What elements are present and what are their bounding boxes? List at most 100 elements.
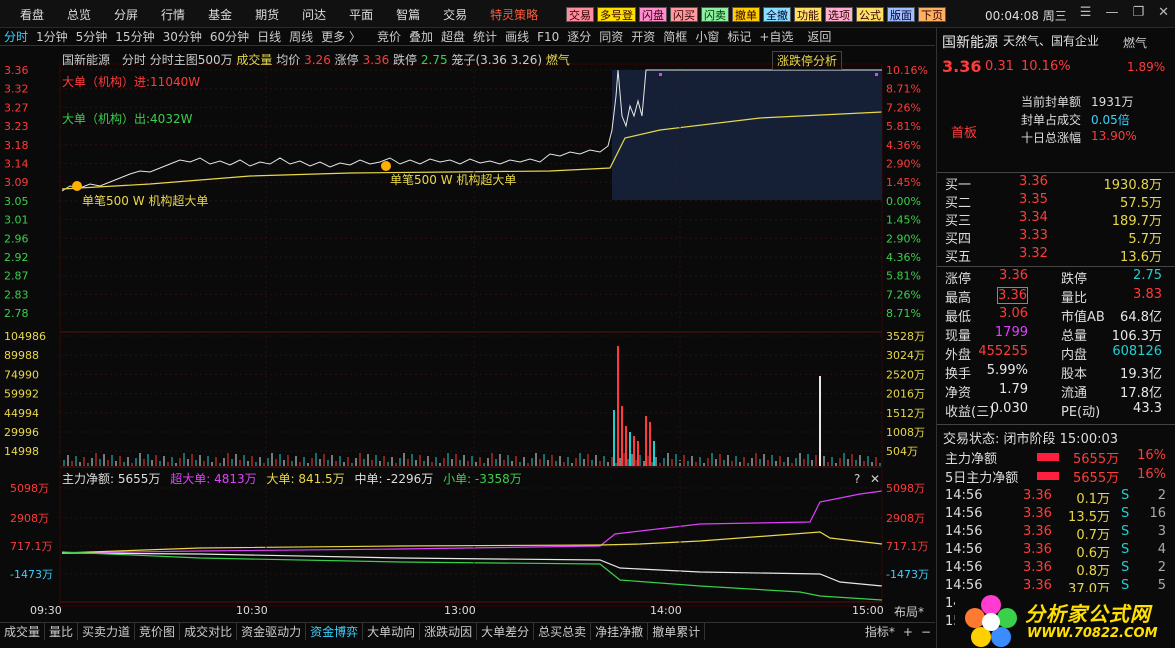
tab-intraday[interactable]: 分时 xyxy=(0,28,32,45)
header-limitup-label: 涨停 xyxy=(334,53,359,67)
pct-axis-label: 1.45% xyxy=(886,214,921,227)
header-limitdown-value: 2.75 xyxy=(420,53,448,67)
formula-button[interactable]: 公式 xyxy=(856,7,884,22)
flow-small: 小单: -3358万 xyxy=(443,472,522,486)
stat-value: 3.36 xyxy=(997,287,1028,304)
tab-draw[interactable]: 画线 xyxy=(501,28,533,45)
stat-value: 3.36 xyxy=(999,268,1028,283)
menu-item[interactable]: 智篇 xyxy=(396,6,420,23)
price-axis-label: 3.09 xyxy=(4,176,29,189)
layout-button[interactable]: 版面 xyxy=(887,7,915,22)
flash-panel-button[interactable]: 闪盘 xyxy=(639,7,667,22)
tab-per-minute[interactable]: 逐分 xyxy=(563,28,595,45)
intraday-chart[interactable]: 3.36 10.16% 3.32 8.71% 3.27 7.26% 3.23 5.81% 3.1… xyxy=(0,46,935,622)
time-axis-label: 10:30 xyxy=(236,604,268,617)
close-panel-icon[interactable]: ✕ xyxy=(870,472,880,486)
tab-superpan[interactable]: 超盘 xyxy=(437,28,469,45)
tab-total-buy-sell[interactable]: 总买总卖 xyxy=(534,623,592,640)
tick-count: 5 xyxy=(1157,578,1166,593)
layout-label[interactable]: 布局* xyxy=(894,603,924,620)
next-page-button[interactable]: 下页 xyxy=(918,7,946,22)
remove-icon[interactable]: − xyxy=(917,625,935,639)
menu-item[interactable]: 分屏 xyxy=(114,6,138,23)
menu-item[interactable]: 行情 xyxy=(161,6,185,23)
tab-more[interactable]: 更多 〉 xyxy=(317,28,365,45)
cancel-order-button[interactable]: 撤单 xyxy=(732,7,760,22)
menu-item[interactable]: 特灵策略 xyxy=(490,6,538,23)
function-button[interactable]: 功能 xyxy=(794,7,822,22)
tab-f10[interactable]: F10 xyxy=(533,30,563,44)
flash-sell-button[interactable]: 闪卖 xyxy=(701,7,729,22)
menu-item[interactable]: 期货 xyxy=(255,6,279,23)
flow-main-net: 主力净额: 5655万 xyxy=(62,472,161,486)
flow-label: 主力净额 xyxy=(945,452,998,467)
tab-60min[interactable]: 60分钟 xyxy=(206,28,253,45)
indicator-menu[interactable]: 指标* xyxy=(861,623,899,640)
tab-overlay[interactable]: 叠加 xyxy=(405,28,437,45)
tab-30min[interactable]: 30分钟 xyxy=(159,28,206,45)
tab-back[interactable]: 返回 xyxy=(803,28,835,45)
tab-add-watchlist[interactable]: +自选 xyxy=(755,28,797,45)
flow-axis-label: 717.1万 xyxy=(886,540,929,553)
menu-item[interactable]: 问达 xyxy=(302,6,326,23)
stats-row: 现量 1799 总量 106.3万 xyxy=(937,325,1175,344)
tab-1min[interactable]: 1分钟 xyxy=(32,28,72,45)
stat-value: 3.83 xyxy=(1133,287,1162,302)
price-axis-label: 2.87 xyxy=(4,270,29,283)
menu-item[interactable]: 交易 xyxy=(443,6,467,23)
tab-rise-fall-cause[interactable]: 涨跌动因 xyxy=(420,623,478,640)
help-icon[interactable]: ? xyxy=(854,472,860,486)
tab-simple-frame[interactable]: 简框 xyxy=(659,28,691,45)
tab-same-fund[interactable]: 同资 xyxy=(595,28,627,45)
add-icon[interactable]: + xyxy=(899,625,917,639)
menu-item[interactable]: 看盘 xyxy=(20,6,44,23)
amount-axis-label: 3024万 xyxy=(886,349,925,362)
tab-fund-game[interactable]: 资金博弈 xyxy=(306,623,364,640)
tab-big-order-diff[interactable]: 大单差分 xyxy=(477,623,535,640)
tab-net-hang-cancel[interactable]: 净挂净撤 xyxy=(591,623,649,640)
tab-trade-compare[interactable]: 成交对比 xyxy=(180,623,238,640)
close-icon[interactable]: ✕ xyxy=(1158,5,1169,20)
stat-label: 市值AB xyxy=(1061,310,1105,325)
tab-daily[interactable]: 日线 xyxy=(253,28,285,45)
stat-label: 内盘 xyxy=(1061,348,1088,363)
tab-volume[interactable]: 成交量 xyxy=(0,623,46,640)
tab-fund-drive[interactable]: 资金驱动力 xyxy=(237,623,307,640)
limit-analysis-button[interactable]: 涨跌停分析 xyxy=(772,51,843,70)
cancel-all-button[interactable]: 全撤 xyxy=(763,7,791,22)
tab-auction[interactable]: 竞价 xyxy=(373,28,405,45)
price-axis-label: 3.18 xyxy=(4,139,29,152)
menu-item[interactable]: 总览 xyxy=(67,6,91,23)
price-axis-label: 3.36 xyxy=(4,64,29,77)
tab-volume-ratio[interactable]: 量比 xyxy=(45,623,79,640)
price-axis-label: 2.78 xyxy=(4,307,29,320)
tab-small-window[interactable]: 小窗 xyxy=(691,28,723,45)
tab-cancel-accum[interactable]: 撤单累计 xyxy=(648,623,706,640)
tick-count: 16 xyxy=(1149,506,1166,521)
menu-item[interactable]: 平面 xyxy=(349,6,373,23)
options-button[interactable]: 选项 xyxy=(825,7,853,22)
pct-axis-label: 8.71% xyxy=(886,307,921,320)
super-order-marker xyxy=(381,161,391,171)
tab-15min[interactable]: 15分钟 xyxy=(111,28,158,45)
tab-stats[interactable]: 统计 xyxy=(469,28,501,45)
big-order-line xyxy=(61,531,883,554)
super-order-marker xyxy=(72,181,82,191)
menu-item[interactable]: 基金 xyxy=(208,6,232,23)
multi-login-button[interactable]: 多号登 xyxy=(597,7,636,22)
tab-open-fund[interactable]: 开资 xyxy=(627,28,659,45)
maximize-icon[interactable]: ❐ xyxy=(1132,5,1144,20)
tab-big-order-trend[interactable]: 大单动向 xyxy=(363,623,421,640)
flash-buy-button[interactable]: 闪买 xyxy=(670,7,698,22)
tab-mark[interactable]: 标记 xyxy=(723,28,755,45)
tab-auction-chart[interactable]: 竞价图 xyxy=(135,623,181,640)
menu-icon[interactable]: ☰ xyxy=(1080,5,1092,20)
volume-axis-label: 89988 xyxy=(4,349,39,362)
pct-axis-label: 2.90% xyxy=(886,158,921,171)
book-level: 买四 xyxy=(945,232,972,247)
tab-weekly[interactable]: 周线 xyxy=(285,28,317,45)
minimize-icon[interactable]: — xyxy=(1105,5,1118,20)
tab-buy-sell-force[interactable]: 买卖力道 xyxy=(78,623,136,640)
trade-button[interactable]: 交易 xyxy=(566,7,594,22)
tab-5min[interactable]: 5分钟 xyxy=(72,28,112,45)
